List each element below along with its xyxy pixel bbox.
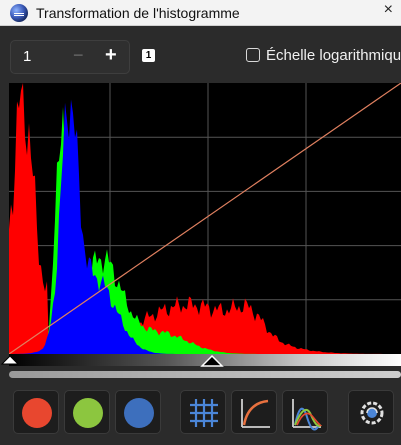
slider-handles[interactable] <box>0 350 401 370</box>
log-scale-checkbox[interactable] <box>246 48 260 62</box>
red-circle-icon <box>22 398 52 428</box>
blue-circle-icon <box>124 398 154 428</box>
shadow-handle[interactable] <box>0 355 20 365</box>
title-bar: Transformation de l'histogramme × <box>0 0 401 26</box>
histogram-plot <box>9 83 401 354</box>
grid-icon <box>190 399 218 427</box>
zoom-stepper[interactable]: 1 − + <box>10 40 130 74</box>
stepper-value[interactable]: 1 <box>23 48 31 65</box>
toolbar: 1 − + 1 Échelle logarithmique <box>0 38 401 76</box>
settings-gear-icon <box>360 401 384 425</box>
close-icon[interactable]: × <box>384 1 393 19</box>
blue-channel-button[interactable] <box>115 390 161 434</box>
grid-toggle-button[interactable] <box>180 390 226 434</box>
decrement-button[interactable]: − <box>73 45 84 66</box>
midtone-handle[interactable] <box>200 354 224 367</box>
green-circle-icon <box>73 398 103 428</box>
zoom-slider[interactable] <box>9 371 401 378</box>
curve-toggle-button[interactable] <box>231 390 277 434</box>
histogram-canvas[interactable] <box>9 83 401 354</box>
settings-button[interactable] <box>348 390 394 434</box>
log-scale-label[interactable]: Échelle logarithmique <box>266 47 401 64</box>
green-channel-button[interactable] <box>64 390 110 434</box>
histogram-curves-toggle-button[interactable] <box>282 390 328 434</box>
red-channel-button[interactable] <box>13 390 59 434</box>
channel-badge: 1 <box>142 49 155 62</box>
app-logo-icon <box>10 3 28 22</box>
curve-icon <box>241 399 270 428</box>
histogram-curves-icon <box>292 399 322 431</box>
window-title: Transformation de l'histogramme <box>36 4 240 21</box>
increment-button[interactable]: + <box>105 44 117 67</box>
